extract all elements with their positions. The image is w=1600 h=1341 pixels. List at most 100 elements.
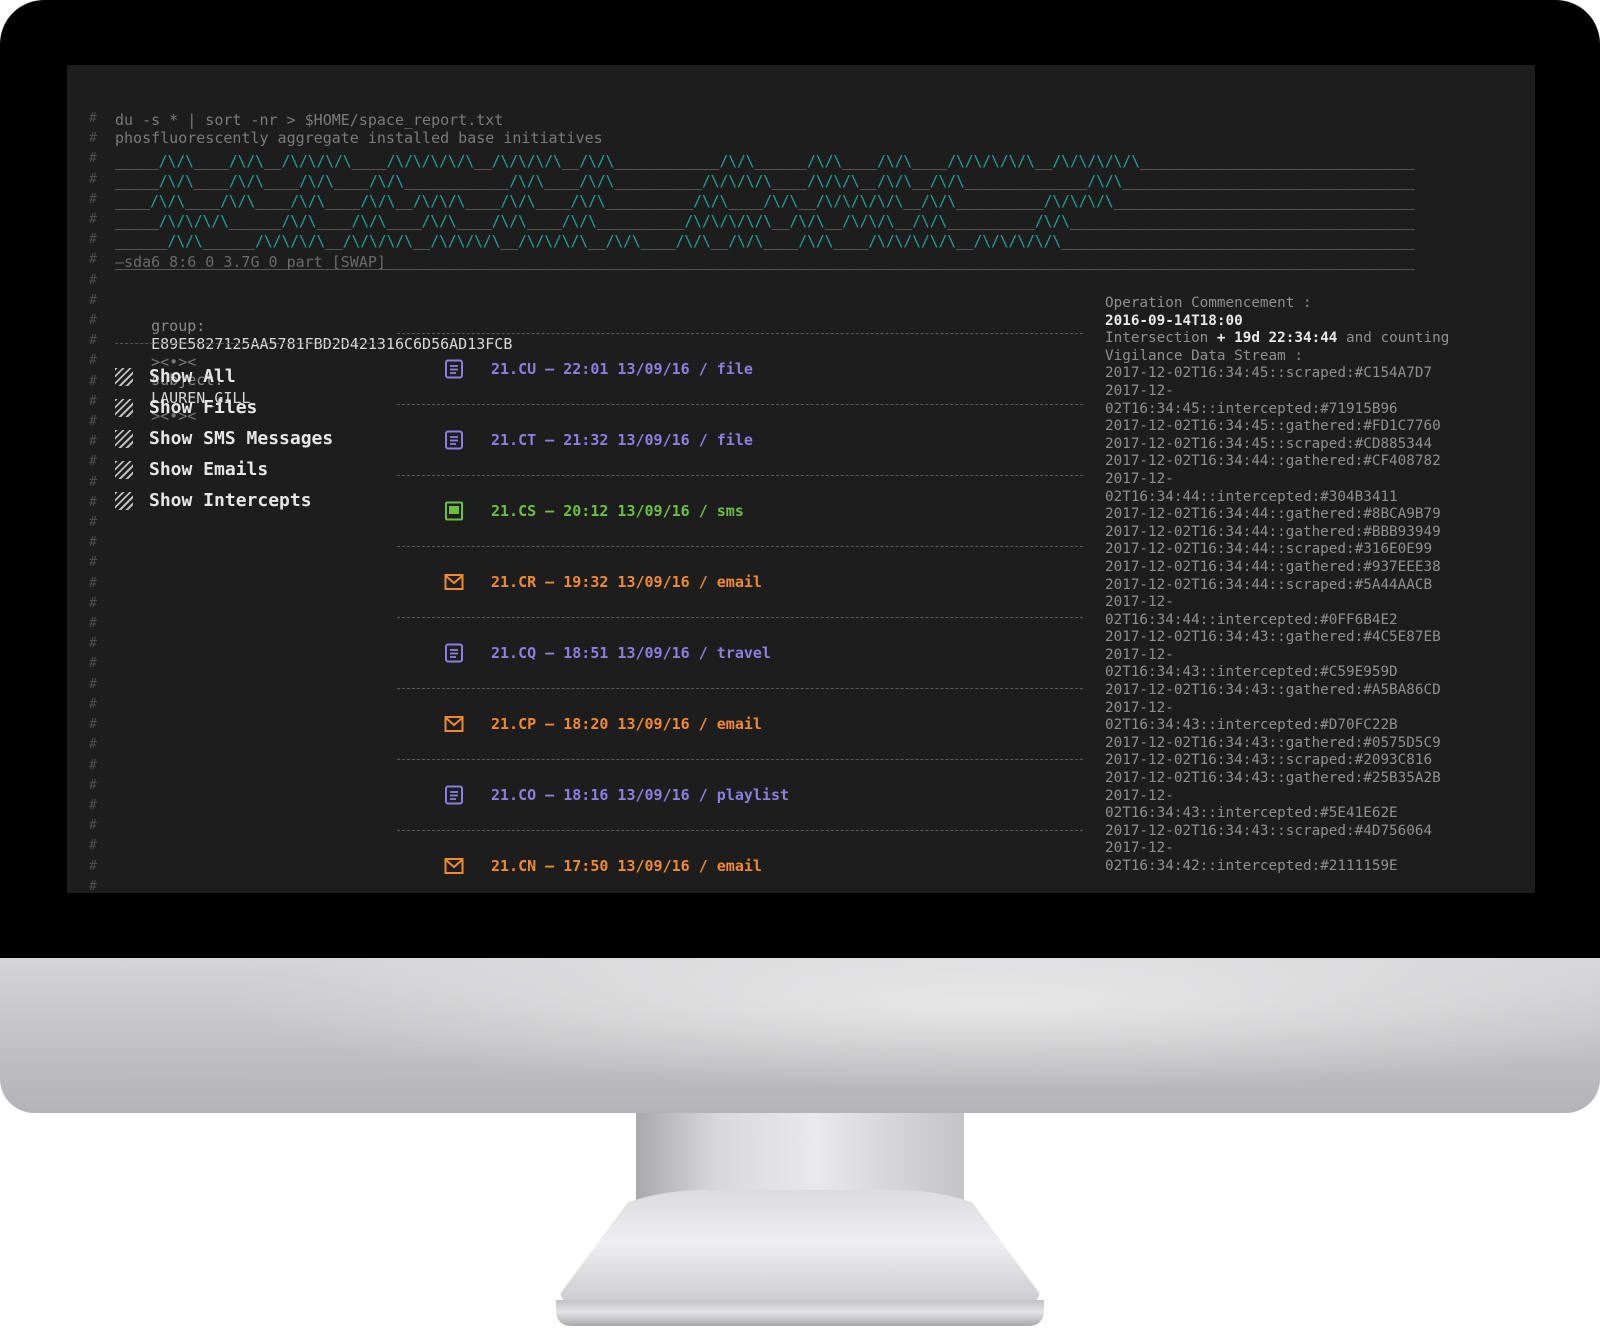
tagline: phosfluorescently aggregate installed ba… [115,129,603,147]
gutter-mark: # [89,292,97,308]
gutter-mark: # [89,454,97,470]
log-entry: 2017-12- 02T16:34:45::intercepted:#71915… [1105,382,1398,417]
document-icon [443,358,465,380]
feed-item-label: 21.CT – 21:32 13/09/16 / file [491,431,753,449]
operation-panel: Operation Commencement : 2016-09-14T18:0… [1105,295,1465,876]
sms-icon [443,500,465,522]
menu-item-label: Show Emails [149,459,269,480]
feed-item[interactable]: 21.CT – 21:32 13/09/16 / file [397,404,1083,475]
feed-item-label: 21.CO – 18:16 13/09/16 / playlist [491,786,790,804]
feed-item[interactable]: 21.CR – 19:32 13/09/16 / email [397,546,1083,617]
filter-menu: Show All Show Files Show SMS Messages Sh… [115,361,333,516]
menu-show-files[interactable]: Show Files [115,392,333,423]
log-entry: 2017-12-02T16:34:44::scraped:#5A44AACB [1105,576,1433,593]
hatch-icon [115,367,133,386]
gutter-mark: # [89,616,97,632]
gutter-mark: # [89,333,97,349]
ascii-banner-line: _____/\/\____/\/\____/\/\____/\/\_______… [115,172,1415,190]
ascii-banner-line: _____/\/\____/\/\__/\/\/\/\____/\/\/\/\/… [115,152,1415,170]
log-entry: 2017-12-02T16:34:43::gathered:#0575D5C9 [1105,734,1441,751]
gutter-mark: # [89,494,97,510]
group-label: group: [151,317,206,335]
ascii-banner-line: _____/\/\/\/\______/\/\____/\/\____/\/\_… [115,212,1415,230]
document-icon [443,642,465,664]
envelope-icon [443,571,465,593]
log-entry: 2017-12-02T16:34:44::gathered:#CF408782 [1105,453,1441,470]
gutter-mark: # [89,272,97,288]
monitor-stand-foot [556,1300,1044,1326]
feed-item[interactable]: 21.CQ – 18:51 13/09/16 / travel [397,617,1083,688]
gutter-mark: # [89,575,97,591]
feed-item[interactable]: 21.CS – 20:12 13/09/16 / sms [397,475,1083,546]
log-entry: 2017-12- 02T16:34:42::intercepted:#21111… [1105,840,1398,874]
log-entry: 2017-12-02T16:34:44::gathered:#937EEE38 [1105,558,1441,575]
feed-item[interactable]: 21.CN – 17:50 13/09/16 / email [397,830,1083,893]
menu-item-label: Show All [149,366,236,387]
log-entry: 2017-12-02T16:34:43::gathered:#A5BA86CD [1105,682,1441,699]
log-entry: 2017-12- 02T16:34:44::intercepted:#0FF6B… [1105,594,1398,628]
gutter-mark: # [89,535,97,551]
gutter-mark: # [89,838,97,854]
log-entry: 2017-12-02T16:34:44::gathered:#BBB93949 [1105,523,1441,540]
hatch-icon [115,460,133,479]
gutter-mark: # [89,595,97,611]
gutter-mark: # [89,313,97,329]
feed-item-label: 21.CU – 22:01 13/09/16 / file [491,360,753,378]
gutter-mark: # [89,373,97,389]
feed-item-label: 21.CS – 20:12 13/09/16 / sms [491,502,744,520]
gutter-mark: # [89,797,97,813]
log-entry: 2017-12-02T16:34:43::scraped:#4D756064 [1105,822,1433,839]
shell-command: du -s * | sort -nr > $HOME/space_report.… [115,111,504,129]
gutter-mark: # [89,696,97,712]
log-entry: 2017-12-02T16:34:45::gathered:#FD1C7760 [1105,418,1441,435]
menu-show-all[interactable]: Show All [115,361,333,392]
ascii-banner-line: ______/\/\______/\/\/\/\__/\/\/\/\__/\/\… [115,232,1415,250]
gutter-mark: # [89,474,97,490]
menu-item-label: Show Intercepts [149,490,312,511]
feed-item[interactable]: 21.CO – 18:16 13/09/16 / playlist [397,759,1083,830]
log-entry: 2017-12- 02T16:34:43::intercepted:#D70FC… [1105,699,1398,734]
hatch-icon [115,398,133,417]
log-entry: 2017-12-02T16:34:44::scraped:#316E0E99 [1105,541,1433,558]
gutter-mark: # [89,777,97,793]
monitor-chin-reflection [0,958,1600,1113]
menu-show-intercepts[interactable]: Show Intercepts [115,485,333,516]
log-entry: 2017-12-02T16:34:43::scraped:#2093C816 [1105,752,1433,769]
commencement-label: Operation Commencement : [1105,295,1312,311]
gutter-mark: # [89,414,97,430]
feed-item-label: 21.CR – 19:32 13/09/16 / email [491,573,762,591]
document-icon [443,429,465,451]
log-entry: 2017-12- 02T16:34:44::intercepted:#304B3… [1105,470,1398,505]
intersection-value: + 19d 22:34:44 [1216,330,1338,347]
hatch-icon [115,491,133,510]
activity-feed: 21.CU – 22:01 13/09/16 / file 21.CT – 21:… [397,333,1083,893]
stream-label: Vigilance Data Stream : [1105,347,1303,364]
menu-show-sms[interactable]: Show SMS Messages [115,423,333,454]
ascii-banner-line: ____/\/\____/\/\____/\/\____/\/\__/\/\/\… [115,192,1415,210]
hatch-icon [115,429,133,448]
feed-item[interactable]: 21.CU – 22:01 13/09/16 / file [397,333,1083,404]
menu-show-emails[interactable]: Show Emails [115,454,333,485]
gutter-mark: # [89,737,97,753]
envelope-icon [443,713,465,735]
intersection-label: Intersection [1105,330,1209,347]
gutter-mark: # [89,515,97,531]
log-entry: 2017-12-02T16:34:44::gathered:#8BCA9B79 [1105,506,1441,523]
gutter-mark: # [89,676,97,692]
gutter-mark: # [89,131,97,147]
document-icon [443,784,465,806]
terminal-screen: ########################################… [67,65,1535,893]
monitor-stand [560,1190,1040,1308]
log-entry: 2017-12-02T16:34:43::gathered:#25B35A2B [1105,770,1441,787]
feed-item-label: 21.CN – 17:50 13/09/16 / email [491,857,762,875]
feed-item[interactable]: 21.CP – 18:20 13/09/16 / email [397,688,1083,759]
line-gutter: ########################################… [89,109,101,893]
envelope-icon [443,855,465,877]
gutter-mark: # [89,878,97,893]
intersection-line: Intersection + 19d 22:34:44 and counting [1105,330,1465,348]
feed-item-label: 21.CQ – 18:51 13/09/16 / travel [491,644,771,662]
log-entry: 2017-12-02T16:34:45::scraped:#CD885344 [1105,435,1433,452]
gutter-mark: # [89,656,97,672]
gutter-mark: # [89,232,97,248]
gutter-mark: # [89,252,97,268]
